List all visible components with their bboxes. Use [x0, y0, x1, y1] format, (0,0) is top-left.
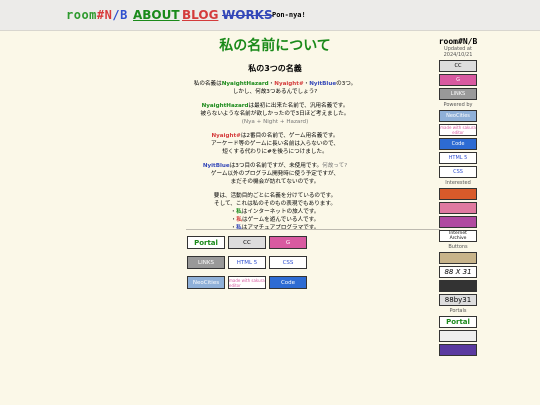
nav-blog-link[interactable]: BLOG [182, 8, 218, 22]
paragraph-intro: 私の名義はNyaightHazard・Nyaight#・NyitBlueの3つ。… [150, 80, 400, 96]
purple-badge[interactable] [439, 216, 477, 228]
88x31-badge[interactable]: 88 X 31 [439, 266, 477, 278]
divider [186, 229, 440, 230]
sakura-badge[interactable]: made with sakura editor [228, 276, 266, 289]
88by31-badge[interactable]: 88by31 [439, 294, 477, 306]
side-portal-badge[interactable]: Portal [439, 316, 477, 328]
name-nyitblue: NyitBlue [309, 81, 337, 87]
text: は3つ目の名前ですが、未使用です。 [229, 163, 323, 169]
side-html5-badge[interactable]: HTML 5 [439, 152, 477, 164]
text: はゲームを遊んでいる人です。 [241, 217, 320, 223]
text: 要は、活動目的ごとに名義を分けているのです。 [213, 193, 337, 199]
paragraph-blue: NyitBlueは3つ目の名前ですが、未使用です。何故って? ゲーム以外のプログ… [150, 162, 400, 186]
text: 被らないような名前が欲しかったので3日ほど考えました。 [200, 111, 350, 117]
name-nyaight: Nyaight# [274, 81, 304, 87]
name-nyaight: Nyaight# [211, 133, 241, 139]
text: はアマチュアプログラマです。 [241, 225, 320, 231]
section-heading: 私の3つの名義 [248, 64, 302, 73]
text: の3つ。 [336, 81, 357, 87]
sidebar-logo[interactable]: room#N/B [437, 37, 479, 46]
vscode-badge[interactable]: Code [269, 276, 307, 289]
name-nyaighthazard: NyaightHazard [201, 103, 249, 109]
neocities-badge[interactable]: NeoCities [187, 276, 225, 289]
text: は2番目の名前で、ゲーム用名義です。 [240, 133, 339, 139]
tagline: Pon-nya! [272, 11, 306, 19]
button-badge-1[interactable] [439, 252, 477, 264]
pink-badge[interactable] [439, 202, 477, 214]
sidebar: room#N/B Updated at 2024/10/21 CC G LINK… [437, 37, 479, 358]
main-content: 私の名前について 私の3つの名義 私の名義はNyaightHazard・Nyai… [150, 33, 400, 232]
nav-about-link[interactable]: ABOUT [133, 8, 180, 22]
paragraph-sharp: Nyaight#は2番目の名前で、ゲーム用名義です。 アーケード等のゲームに長い… [150, 132, 400, 156]
dark-badge[interactable] [439, 280, 477, 292]
logo-part: room [66, 8, 97, 22]
buttons-label: Buttons [448, 244, 468, 250]
portal-badge-3[interactable] [439, 344, 477, 356]
top-bar: room#N/B ABOUT BLOG WORKS Pon-nya! [0, 0, 540, 31]
side-neocities-badge[interactable]: NeoCities [439, 110, 477, 122]
g-badge[interactable]: G [269, 236, 307, 249]
text: はインターネットの旅人です。 [241, 209, 320, 215]
text: ゲーム以外のプログラム開発時に使う予定ですが、 [210, 171, 340, 177]
text: 何故って? [322, 163, 348, 169]
side-links-badge[interactable]: LINKS [439, 88, 477, 100]
name-nyitblue: NyitBlue [202, 163, 230, 169]
name-nyaighthazard: NyaightHazard [221, 81, 269, 87]
side-cc-badge[interactable]: CC [439, 60, 477, 72]
text: 私の名義は [193, 81, 222, 87]
ruffle-badge[interactable] [439, 188, 477, 200]
text: まだその機会が訪れてないのです。 [230, 179, 320, 185]
text: アーケード等のゲームに長い名前は入らないので、 [211, 141, 339, 147]
side-css-badge[interactable]: CSS [439, 166, 477, 178]
paragraph-summary: 要は、活動目的ごとに名義を分けているのです。 そして、これは私のそのもの表現でも… [150, 192, 400, 232]
portal-badge[interactable]: Portal [187, 236, 225, 249]
text: は最初に出来た名前で、汎用名義です。 [248, 103, 349, 109]
side-vscode-badge[interactable]: Code [439, 138, 477, 150]
side-sakura-badge[interactable]: made with sakura editor [439, 124, 477, 136]
portal-badge-2[interactable] [439, 330, 477, 342]
text: (Nya + Night + Hazard) [241, 119, 309, 125]
cc-badge[interactable]: CC [228, 236, 266, 249]
text: 短くする代わりに#を後ろにつけました。 [222, 149, 328, 155]
paragraph-hazard: NyaightHazardは最初に出来た名前で、汎用名義です。 被らないような名… [150, 102, 400, 126]
updated-date: 2024/10/21 [443, 52, 473, 58]
page-title: 私の名前について [219, 38, 331, 54]
nav-works-link[interactable]: WORKS [222, 8, 273, 22]
portals-label: Portals [449, 308, 467, 314]
side-g-badge[interactable]: G [439, 74, 477, 86]
text: しかし、何故3つあるんでしょう? [232, 89, 318, 95]
site-logo[interactable]: room#N/B [66, 8, 128, 22]
logo-part: #N [96, 8, 113, 22]
text: そして、これは私のそのもの表現でもあります。 [213, 201, 337, 207]
powered-by-label: Powered by [443, 102, 473, 108]
logo-part: /B [112, 8, 128, 22]
interested-label: Interested [445, 180, 471, 186]
html5-badge[interactable]: HTML 5 [228, 256, 266, 269]
links-badge[interactable]: LINKS [187, 256, 225, 269]
internet-archive-badge[interactable]: Internet Archive [439, 230, 477, 242]
css-badge[interactable]: CSS [269, 256, 307, 269]
